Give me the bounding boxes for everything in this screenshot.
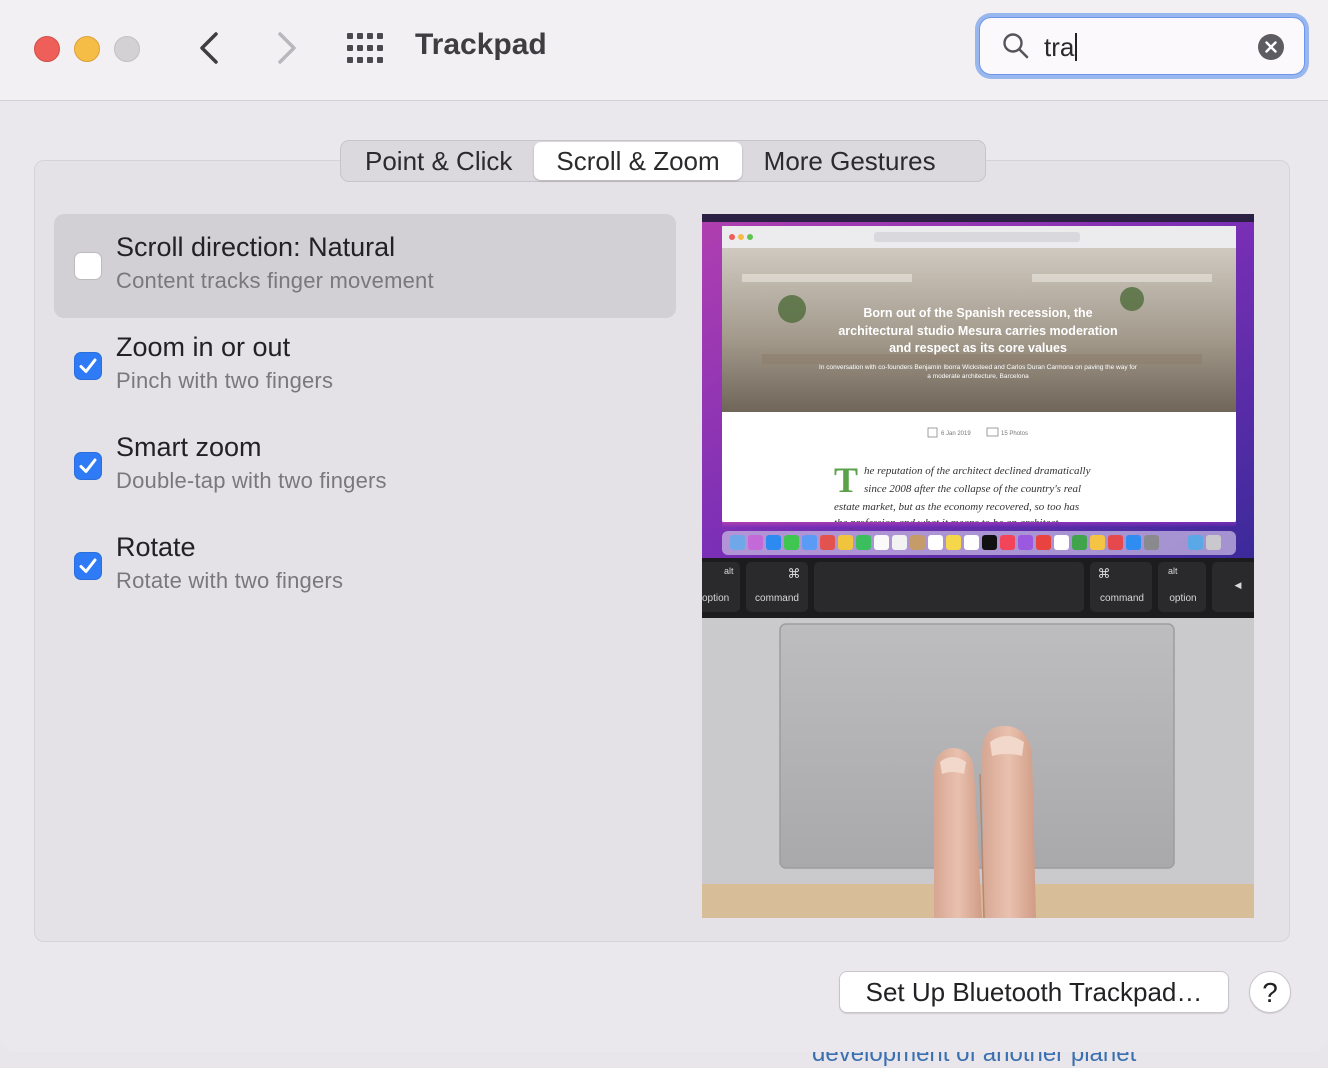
option-rotate[interactable]: Rotate Rotate with two fingers <box>54 514 676 618</box>
menu-bar <box>702 214 1254 222</box>
keyboard-key <box>702 562 740 612</box>
key-symbol: alt <box>724 566 734 576</box>
keyboard-key <box>1212 562 1254 612</box>
rotate-checkbox[interactable] <box>74 552 102 580</box>
hero-byline-line: a moderate architecture, Barcelona <box>927 373 1029 380</box>
key-symbol: ◀ <box>1235 580 1242 590</box>
tab-point-and-click[interactable]: Point & Click <box>343 142 534 180</box>
article-body-line: estate market, but as the economy recove… <box>834 501 1079 513</box>
key-label: option <box>1169 593 1196 604</box>
scroll-direction-checkbox[interactable] <box>74 252 102 280</box>
hero-headline-line: architectural studio Mesura carries mode… <box>838 324 1117 338</box>
minimize-window-button[interactable] <box>74 36 100 62</box>
tab-bar: Point & Click Scroll & Zoom More Gesture… <box>340 140 986 182</box>
two-finger-gesture-hand <box>934 726 1036 918</box>
article-date: 6 Jan 2019 <box>941 431 971 437</box>
toolbar: Trackpad tra <box>0 0 1328 101</box>
zoom-window-button[interactable] <box>114 36 140 62</box>
clear-search-icon[interactable] <box>1258 34 1284 60</box>
key-label: command <box>755 593 799 604</box>
option-subtitle: Pinch with two fingers <box>116 368 334 393</box>
hero-headline-line: and respect as its core values <box>889 341 1067 355</box>
article-body-line: he reputation of the architect declined … <box>864 465 1091 477</box>
keyboard-key <box>1158 562 1206 612</box>
trackpad-preferences-window: Trackpad tra Point & Click Scroll & Zoom… <box>0 0 1328 1052</box>
article-photo-count: 15 Photos <box>1001 431 1028 437</box>
smart-zoom-checkbox[interactable] <box>74 452 102 480</box>
set-up-bluetooth-trackpad-button[interactable]: Set Up Bluetooth Trackpad… <box>839 971 1229 1013</box>
checkmark-icon <box>79 458 97 473</box>
forward-chevron-icon[interactable] <box>266 28 306 68</box>
option-smart-zoom[interactable]: Smart zoom Double-tap with two fingers <box>54 414 676 518</box>
search-input[interactable]: tra <box>1044 32 1078 63</box>
search-field[interactable]: tra <box>979 17 1305 75</box>
show-all-grid-icon[interactable] <box>346 32 386 64</box>
text-caret <box>1075 33 1078 61</box>
option-zoom-in-or-out[interactable]: Zoom in or out Pinch with two fingers <box>54 314 676 418</box>
address-bar <box>874 232 1080 242</box>
key-symbol: ⌘ <box>788 566 801 581</box>
spacebar-key <box>814 562 1084 612</box>
gesture-preview-video: Born out of the Spanish recession, the a… <box>702 214 1254 918</box>
option-subtitle: Rotate with two fingers <box>116 568 344 593</box>
dock-app-icons <box>730 535 1221 550</box>
magnifying-glass-icon <box>1003 33 1029 59</box>
article-body-line: since 2008 after the collapse of the cou… <box>864 483 1081 495</box>
option-subtitle: Content tracks finger movement <box>116 268 434 293</box>
checkmark-icon <box>79 358 97 373</box>
option-subtitle: Double-tap with two fingers <box>116 468 387 493</box>
key-label: command <box>1100 593 1144 604</box>
option-title: Scroll direction: Natural <box>116 232 396 262</box>
checkmark-icon <box>79 558 97 573</box>
preview-illustration: Born out of the Spanish recession, the a… <box>702 214 1254 918</box>
drop-cap: T <box>834 460 858 500</box>
tab-more-gestures[interactable]: More Gestures <box>742 142 958 180</box>
hero-headline-line: Born out of the Spanish recession, the <box>863 306 1092 320</box>
option-title: Zoom in or out <box>116 332 291 362</box>
key-label: option <box>702 593 729 604</box>
key-symbol: alt <box>1168 566 1178 576</box>
search-input-value: tra <box>1044 32 1075 62</box>
help-button[interactable]: ? <box>1249 971 1291 1013</box>
zoom-in-or-out-checkbox[interactable] <box>74 352 102 380</box>
back-chevron-icon[interactable] <box>190 28 230 68</box>
tab-scroll-and-zoom[interactable]: Scroll & Zoom <box>534 142 742 180</box>
option-title: Smart zoom <box>116 432 262 462</box>
key-symbol: ⌘ <box>1098 566 1111 581</box>
close-window-button[interactable] <box>34 36 60 62</box>
window-title: Trackpad <box>415 28 547 61</box>
option-title: Rotate <box>116 532 196 562</box>
option-scroll-direction[interactable]: Scroll direction: Natural Content tracks… <box>54 214 676 318</box>
hero-byline-line: In conversation with co-founders Benjami… <box>819 364 1138 371</box>
